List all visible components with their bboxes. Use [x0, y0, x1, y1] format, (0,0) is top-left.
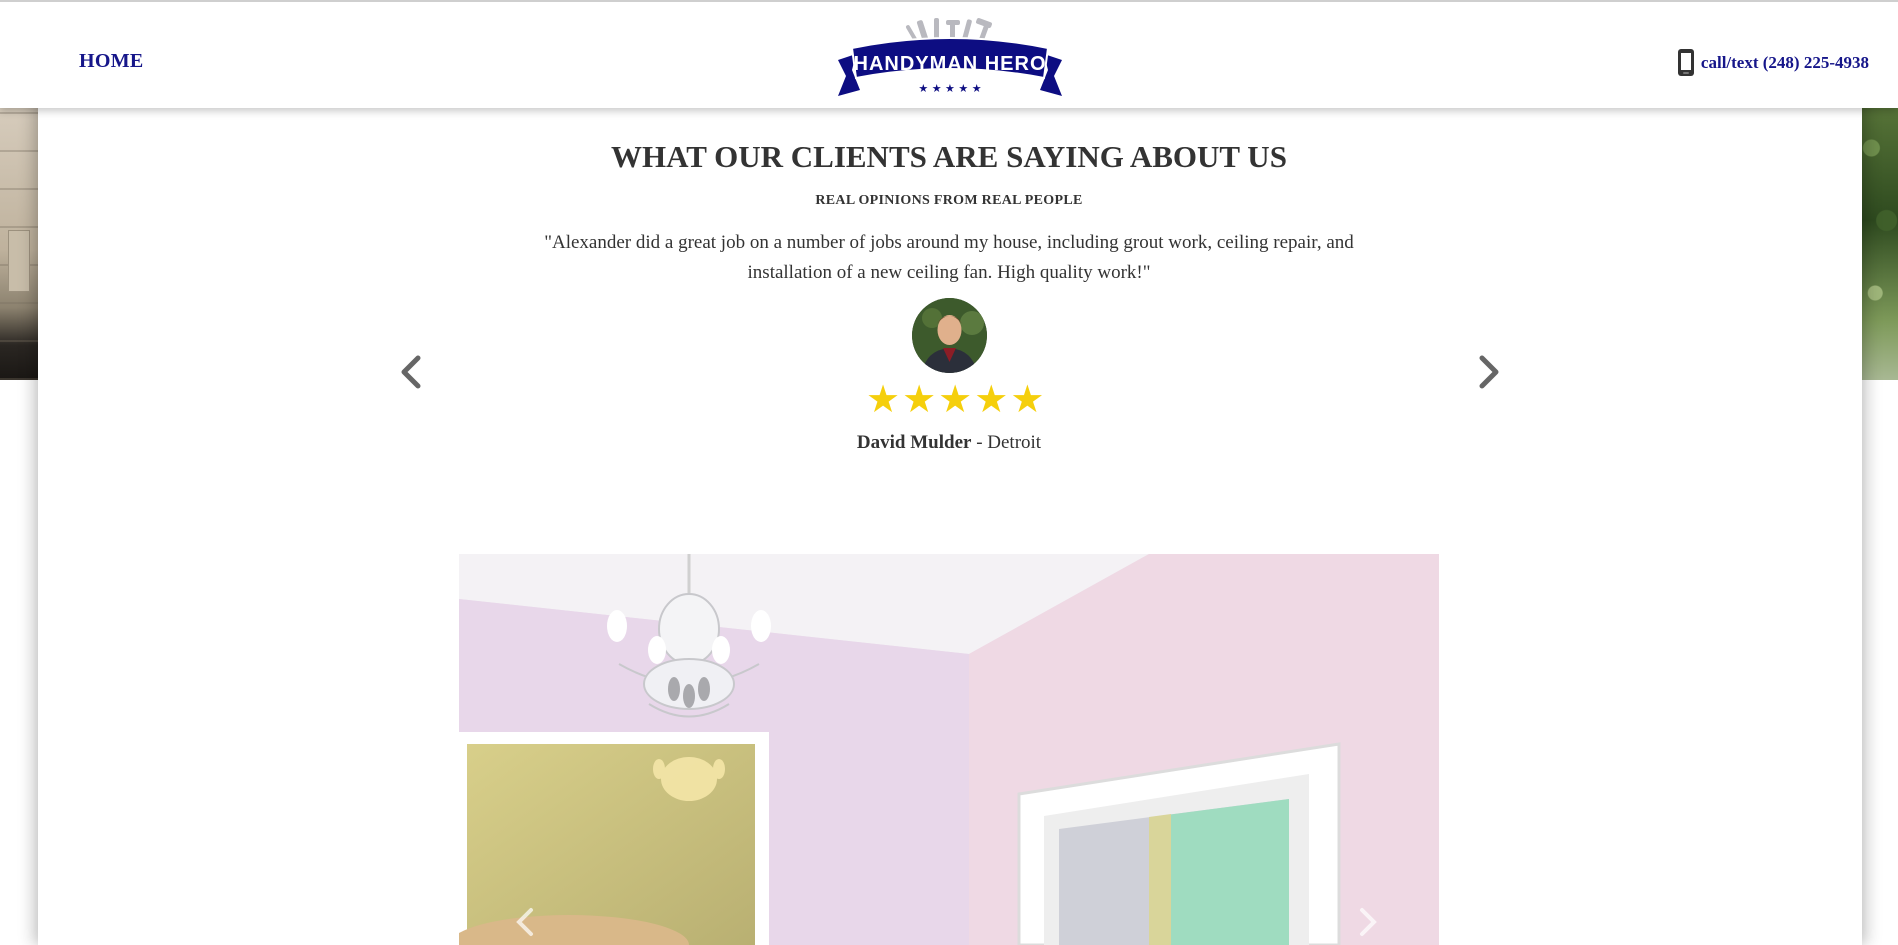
phone-link[interactable]: call/text (248) 225-4938: [1677, 48, 1869, 77]
chevron-left-icon: [401, 355, 421, 389]
testimonial-quote: "Alexander did a great job on a number o…: [544, 232, 1354, 283]
testimonial-author: David Mulder - Detroit: [0, 432, 1898, 454]
star-icon: ★: [902, 377, 937, 421]
gallery-prev-button[interactable]: [517, 902, 543, 942]
star-icon: ★: [866, 377, 901, 421]
testimonial-next-button[interactable]: [1474, 352, 1504, 392]
svg-text:★ ★ ★ ★ ★: ★ ★ ★ ★ ★: [918, 82, 981, 95]
testimonial-prev-button[interactable]: [396, 352, 426, 392]
site-logo[interactable]: HANDYMAN HERO ★ ★ ★ ★ ★: [838, 14, 1062, 98]
mobile-phone-icon: [1677, 48, 1695, 77]
logo-text: HANDYMAN HERO: [854, 53, 1047, 75]
handyman-hero-logo-icon: HANDYMAN HERO ★ ★ ★ ★ ★: [838, 18, 1062, 96]
testimonials-heading: WHAT OUR CLIENTS ARE SAYING ABOUT US: [611, 139, 1287, 174]
gallery-next-button[interactable]: [1351, 902, 1377, 942]
star-icon: ★: [1010, 377, 1045, 421]
testimonials-subheading: REAL OPINIONS FROM REAL PEOPLE: [815, 193, 1083, 208]
rating-stars: ★ ★ ★ ★ ★: [866, 380, 1044, 418]
nav-home-link[interactable]: HOME: [79, 50, 144, 73]
author-location: - Detroit: [971, 432, 1042, 453]
star-icon: ★: [938, 377, 973, 421]
room-photo: [459, 554, 1439, 945]
site-header: HOME HANDYMAN HERO ★ ★ ★ ★ ★ call/text (…: [0, 0, 1898, 108]
project-gallery-image: [459, 554, 1439, 945]
chevron-right-icon: [1479, 355, 1499, 389]
background-photo-left: [0, 90, 40, 380]
background-photo-right: [1860, 90, 1898, 380]
star-icon: ★: [974, 377, 1009, 421]
reviewer-avatar: [912, 298, 987, 373]
author-name: David Mulder: [856, 432, 972, 453]
phone-text: call/text (248) 225-4938: [1700, 52, 1869, 72]
